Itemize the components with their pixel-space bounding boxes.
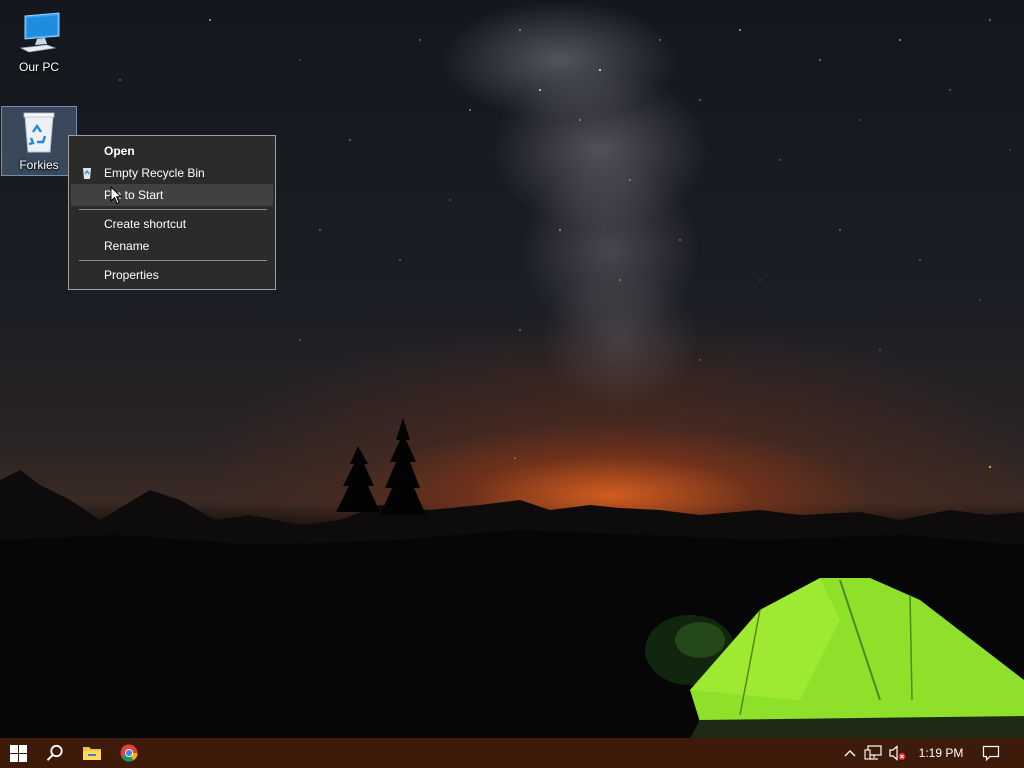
taskbar-clock[interactable]: 1:19 PM — [912, 738, 970, 768]
folder-icon — [83, 747, 101, 760]
menu-item-pin-to-start[interactable]: Pin to Start — [71, 184, 273, 206]
chevron-up-icon — [844, 750, 856, 757]
menu-item-label: Open — [104, 144, 135, 158]
chrome-icon — [120, 744, 138, 762]
network-button[interactable] — [862, 738, 884, 768]
context-menu: Open Empty Recycle Bin Pin to Start Crea… — [68, 135, 276, 290]
start-button[interactable] — [0, 738, 36, 768]
recycle-bin-icon — [23, 112, 55, 153]
action-center-button[interactable] — [976, 738, 1006, 768]
mouse-cursor-icon — [110, 186, 122, 205]
mountain-landscape — [0, 418, 1024, 738]
notification-icon — [982, 745, 1000, 761]
volume-muted-icon — [889, 745, 906, 761]
search-button[interactable] — [37, 738, 73, 768]
network-icon — [864, 745, 882, 760]
menu-separator — [79, 209, 267, 210]
menu-item-open[interactable]: Open — [71, 140, 273, 162]
desktop-icon-label: Our PC — [18, 60, 59, 74]
computer-icon — [19, 12, 60, 53]
file-explorer-button[interactable] — [74, 738, 110, 768]
menu-item-create-shortcut[interactable]: Create shortcut — [71, 213, 273, 235]
windows-logo-icon — [9, 744, 27, 762]
desktop-icon-recycle-bin[interactable]: Forkies — [1, 106, 77, 176]
menu-item-label: Properties — [104, 268, 159, 282]
taskbar: 1:19 PM — [0, 738, 1024, 768]
desktop-icon-label: Forkies — [19, 158, 59, 172]
search-icon — [46, 744, 63, 761]
menu-item-empty-recycle-bin[interactable]: Empty Recycle Bin — [71, 162, 273, 184]
menu-separator — [79, 260, 267, 261]
show-hidden-icons-button[interactable] — [840, 738, 860, 768]
menu-item-properties[interactable]: Properties — [71, 264, 273, 286]
menu-item-label: Empty Recycle Bin — [104, 166, 205, 180]
recycle-bin-icon — [83, 168, 91, 179]
chrome-button[interactable] — [111, 738, 147, 768]
desktop-wallpaper — [0, 0, 1024, 738]
desktop-icon-our-pc[interactable]: Our PC — [2, 6, 76, 74]
menu-item-label: Rename — [104, 239, 150, 253]
volume-button[interactable] — [886, 738, 908, 768]
menu-item-rename[interactable]: Rename — [71, 235, 273, 257]
menu-item-label: Create shortcut — [104, 217, 187, 231]
